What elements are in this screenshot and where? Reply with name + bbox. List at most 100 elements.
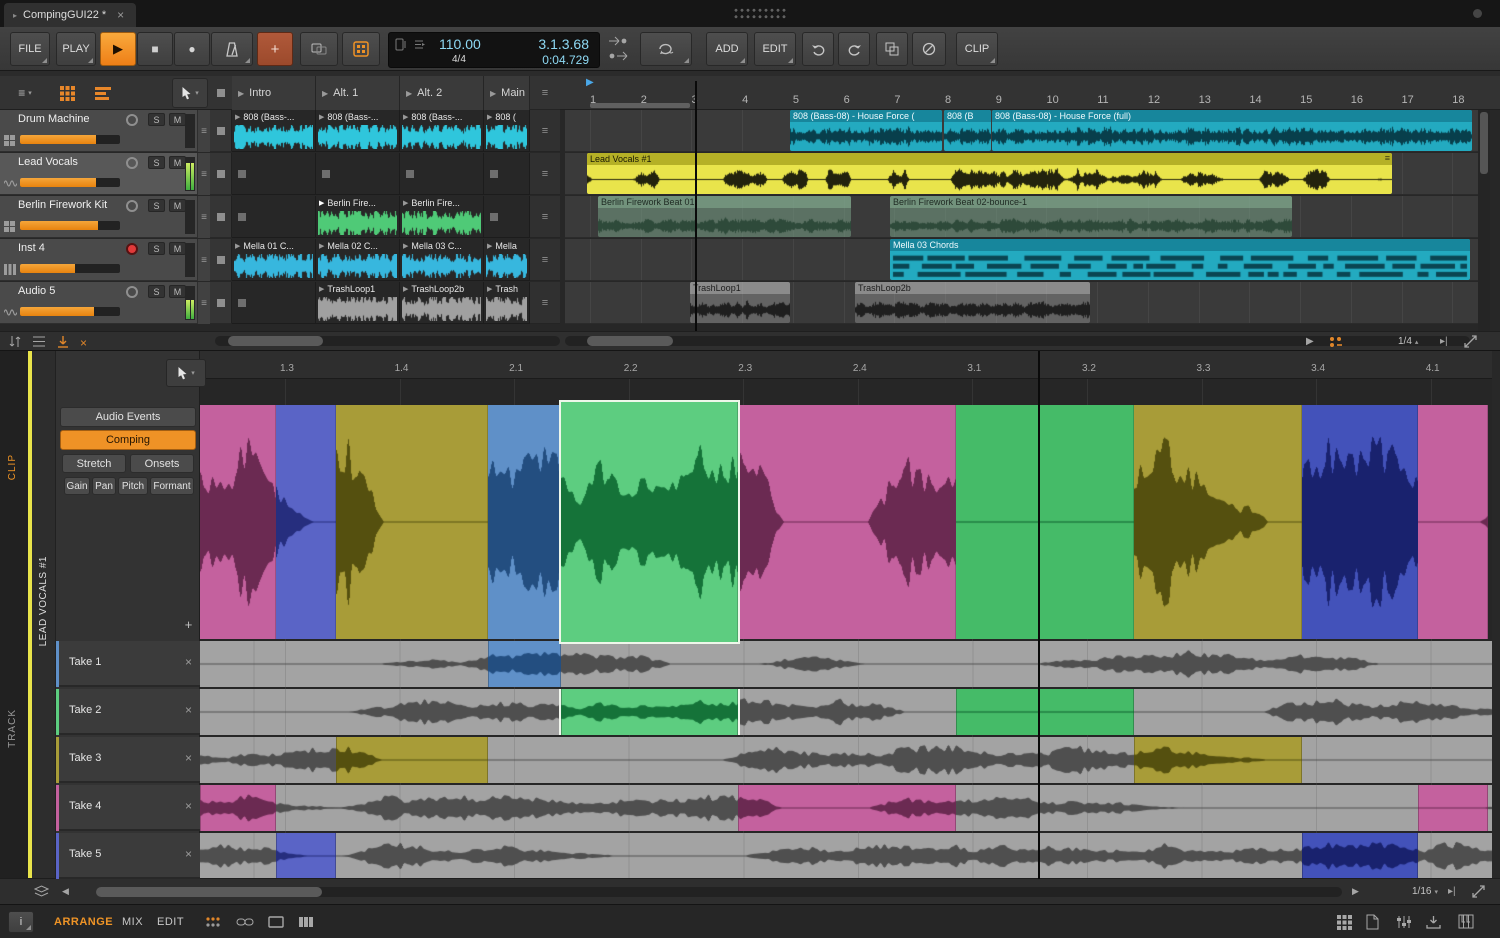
track-header[interactable]: Inst 4SM≡: [0, 239, 210, 281]
stop-all-clips-button[interactable]: [214, 86, 228, 100]
take-lane[interactable]: [200, 833, 1492, 879]
record-arm-button[interactable]: [126, 243, 138, 255]
comp-segment[interactable]: [336, 405, 488, 639]
clip-slot[interactable]: [232, 196, 316, 238]
editor-scrollbar[interactable]: [96, 887, 1342, 897]
clip-stop-cell[interactable]: [210, 196, 232, 238]
clip-slot[interactable]: [484, 196, 530, 238]
clip-play-icon[interactable]: ▶: [319, 113, 324, 121]
solo-button[interactable]: S: [148, 242, 165, 255]
arranger-clip[interactable]: 808 (Bass-08) - House Force (: [790, 110, 942, 151]
close-project-icon[interactable]: ×: [117, 8, 124, 22]
expand-view-icon[interactable]: [1464, 335, 1477, 348]
track-menu-button[interactable]: ≡: [197, 110, 210, 152]
follow-playhead-icon[interactable]: [56, 335, 70, 348]
mixer-icon[interactable]: [1396, 915, 1412, 929]
punch-in-icon[interactable]: [608, 35, 628, 47]
launcher-scrollbar[interactable]: [215, 336, 560, 346]
comp-segment[interactable]: [488, 405, 561, 639]
delete-take-button[interactable]: ×: [185, 799, 192, 813]
arranger-lane[interactable]: Lead Vocals #1≡: [565, 153, 1478, 195]
track-menu-button[interactable]: ≡: [197, 282, 210, 324]
clip-slot[interactable]: ▶Mella: [484, 239, 530, 281]
add-button[interactable]: ADD: [706, 32, 748, 66]
delete-take-button[interactable]: ×: [185, 703, 192, 717]
comp-segment[interactable]: [200, 405, 276, 639]
file-icon[interactable]: [1366, 914, 1379, 930]
clip-slot[interactable]: ▶808 (Bass-...: [232, 110, 316, 152]
clip-play-icon[interactable]: ▶: [403, 285, 408, 293]
solo-button[interactable]: S: [148, 156, 165, 169]
clip-menu-icon[interactable]: ≡: [1385, 153, 1390, 163]
take-highlight[interactable]: [1418, 785, 1488, 831]
clip-stop-cell[interactable]: [210, 282, 232, 324]
editor-ruler[interactable]: 1.31.42.12.22.32.43.13.23.33.44.1: [200, 351, 1492, 379]
clip-slot[interactable]: [232, 153, 316, 195]
launcher-overview-icon[interactable]: [1328, 335, 1343, 348]
volume-fader[interactable]: [20, 135, 120, 144]
take-highlight[interactable]: [956, 689, 1134, 735]
clear-selection-icon[interactable]: ×: [80, 336, 87, 350]
display-profile-icon[interactable]: [204, 914, 222, 930]
clip-launcher-overdub-button[interactable]: [342, 32, 380, 66]
scrollbar-thumb[interactable]: [1480, 112, 1488, 174]
clip-stop-cell[interactable]: [210, 239, 232, 281]
arranger-lane[interactable]: TrashLoop1TrashLoop2b: [565, 282, 1478, 324]
clip-slot[interactable]: ▶Mella 01 C...: [232, 239, 316, 281]
scene-play-icon[interactable]: ▶: [322, 89, 328, 98]
scene-header[interactable]: ▶Alt. 1: [316, 76, 400, 110]
clip-slot[interactable]: ▶808 (Bass-...: [316, 110, 400, 152]
take-highlight[interactable]: [276, 833, 336, 879]
track-height-icon[interactable]: [32, 335, 46, 348]
solo-button[interactable]: S: [148, 113, 165, 126]
track-scene-menu[interactable]: ≡: [530, 196, 560, 238]
stop-button[interactable]: ■: [137, 32, 173, 66]
clip-play-icon[interactable]: ▶: [235, 242, 240, 250]
time-value[interactable]: 0:04.729: [542, 53, 589, 67]
mute-button[interactable]: M: [169, 113, 186, 126]
take-label-row[interactable]: Take 1×: [56, 641, 200, 687]
take-highlight[interactable]: [336, 737, 488, 783]
take-highlight[interactable]: [200, 785, 276, 831]
pointer-tool-button[interactable]: ▾: [172, 78, 208, 108]
mute-button[interactable]: M: [169, 285, 186, 298]
track-header[interactable]: Berlin Firework KitSM≡: [0, 196, 210, 238]
file-menu-button[interactable]: FILE: [10, 32, 50, 66]
track-menu-button[interactable]: ≡: [197, 196, 210, 238]
clip-play-icon[interactable]: ▶: [403, 113, 408, 121]
track-header[interactable]: Drum MachineSM≡: [0, 110, 210, 152]
comp-segment[interactable]: [738, 405, 956, 639]
comping-button[interactable]: Comping: [60, 430, 196, 450]
volume-fader[interactable]: [20, 307, 120, 316]
undo-button[interactable]: [802, 32, 834, 66]
take-highlight[interactable]: [488, 641, 561, 687]
clip-stop-cell[interactable]: [210, 153, 232, 195]
link-icon[interactable]: [236, 915, 254, 929]
jump-to-playhead-icon[interactable]: ▸|: [1440, 336, 1448, 347]
arranger-clip[interactable]: TrashLoop2b: [855, 282, 1090, 323]
scene-menu-header[interactable]: ≡: [530, 76, 560, 110]
edit-menu-button[interactable]: EDIT: [754, 32, 796, 66]
tab-clip[interactable]: CLIP: [7, 454, 18, 480]
play-menu-button[interactable]: PLAY: [56, 32, 96, 66]
track-menu-button[interactable]: ≡: [197, 153, 210, 195]
clip-slot[interactable]: ▶TrashLoop1: [316, 282, 400, 324]
redo-button[interactable]: [838, 32, 870, 66]
record-button[interactable]: ●: [174, 32, 210, 66]
clip-menu-button[interactable]: CLIP: [956, 32, 998, 66]
arranger-clip[interactable]: Berlin Firework Beat 02-bounce-1: [890, 196, 1292, 237]
arranger-lane[interactable]: Mella 03 Chords: [565, 239, 1478, 281]
volume-fader[interactable]: [20, 264, 120, 273]
play-start-marker[interactable]: ▶: [586, 77, 594, 88]
clip-slot[interactable]: [316, 153, 400, 195]
delete-button[interactable]: [912, 32, 946, 66]
clip-play-icon[interactable]: ▶: [403, 199, 408, 207]
play-button[interactable]: ▶: [100, 32, 136, 66]
comp-segment[interactable]: [1302, 405, 1418, 639]
jump-to-playhead-icon[interactable]: ▸|: [1448, 886, 1456, 897]
clip-play-icon[interactable]: ▶: [319, 242, 324, 250]
clip-stop-cell[interactable]: [210, 110, 232, 152]
clip-launcher-view-toggle[interactable]: [52, 80, 82, 106]
scene-play-icon[interactable]: ▶: [406, 89, 412, 98]
editor-playhead[interactable]: [1038, 351, 1040, 879]
